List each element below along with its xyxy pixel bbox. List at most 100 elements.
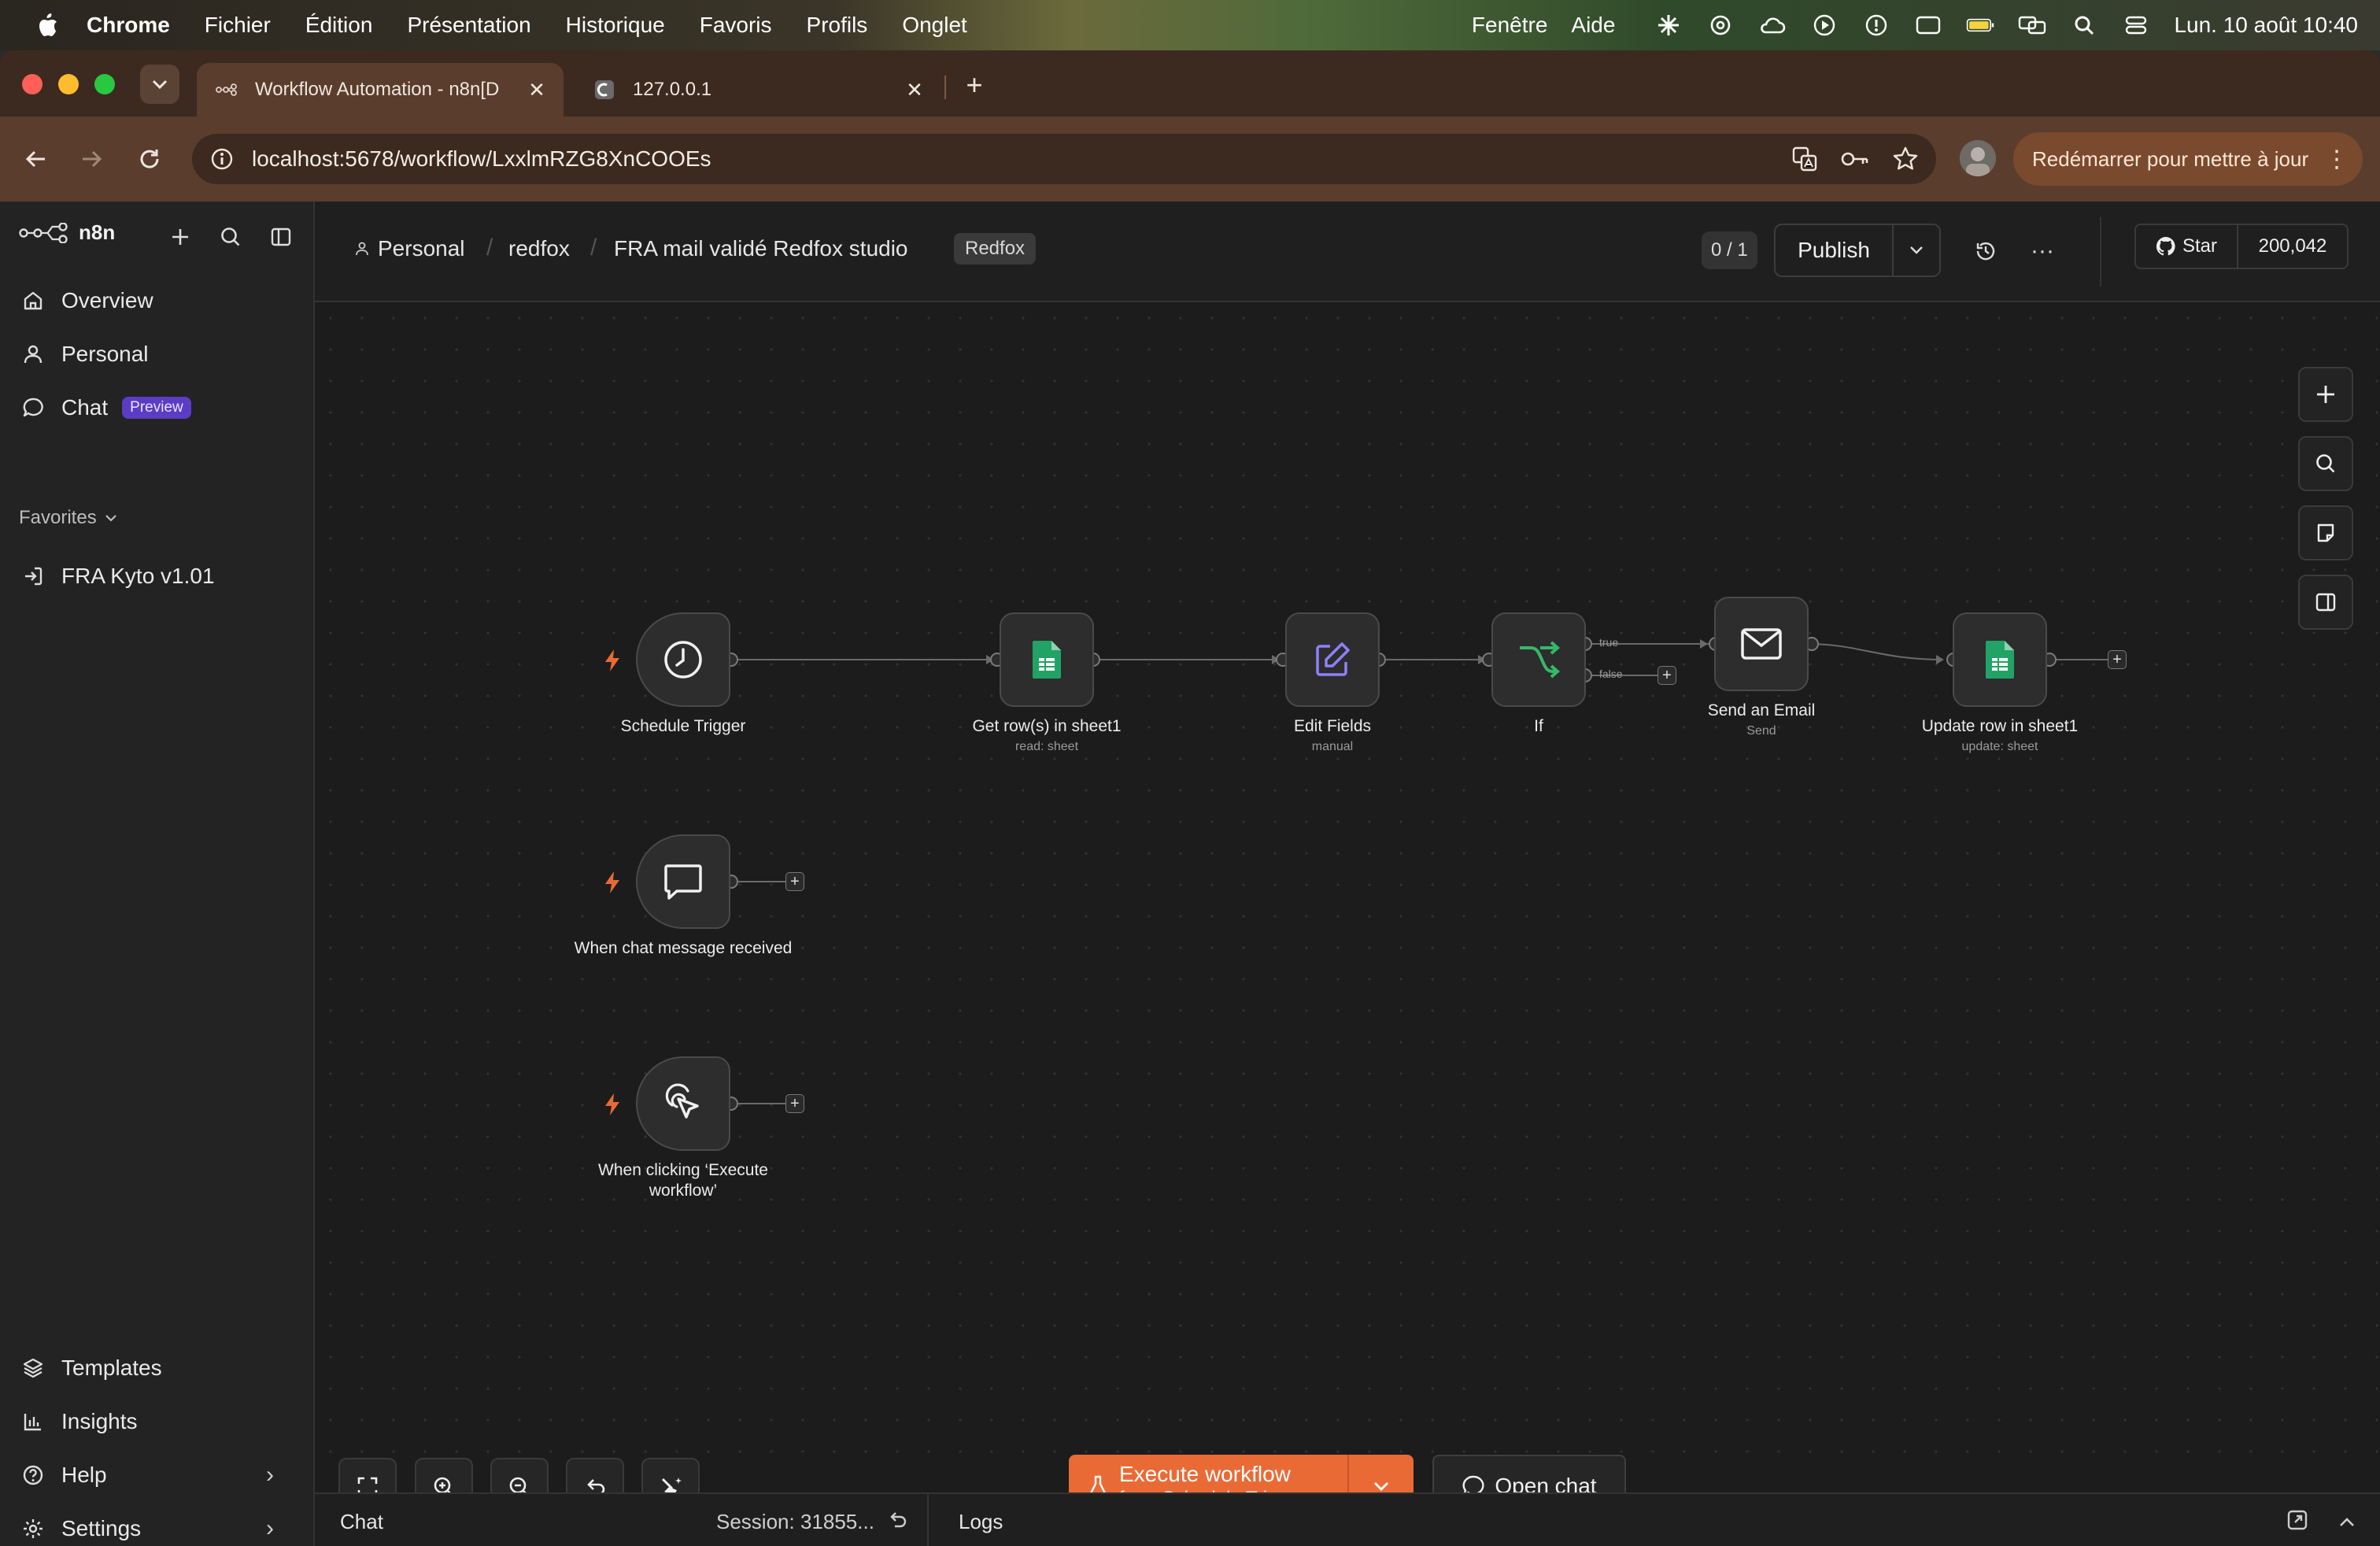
window-tray-icon[interactable] (1914, 11, 1942, 39)
close-window-button[interactable] (22, 74, 42, 94)
spotlight-search-icon[interactable] (2070, 11, 2098, 39)
zoom-window-button[interactable] (94, 74, 115, 94)
favorite-item-fra-kyto[interactable]: FRA Kyto v1.01 (19, 554, 215, 598)
favorites-toggle[interactable]: Favorites (19, 507, 117, 529)
tab-n8n[interactable]: Workflow Automation - n8n[D ✕ (197, 63, 564, 117)
sidebar-item-insights[interactable]: Insights (19, 1400, 138, 1444)
node-schedule-trigger[interactable] (636, 612, 730, 707)
menu-favoris[interactable]: Favoris (700, 13, 772, 38)
breadcrumb-folder[interactable]: redfox (508, 236, 570, 261)
n8n-logo[interactable]: n8n (19, 220, 115, 245)
menu-profils[interactable]: Profils (807, 13, 868, 38)
key-icon[interactable] (1835, 139, 1875, 179)
reload-button[interactable] (126, 135, 173, 183)
sidebar-item-help[interactable]: Help › (19, 1453, 296, 1497)
execute-dropdown[interactable] (1349, 1481, 1414, 1492)
publish-button[interactable]: Publish (1774, 224, 1941, 277)
translate-icon[interactable] (1785, 139, 1824, 179)
sidebar-item-label: Insights (61, 1409, 138, 1433)
breadcrumb-personal[interactable]: Personal (354, 236, 465, 261)
menu-presentation[interactable]: Présentation (407, 13, 530, 38)
menu-historique[interactable]: Historique (566, 13, 665, 38)
node-chat-trigger[interactable] (636, 834, 730, 929)
github-icon (2156, 236, 2175, 256)
pop-out-icon[interactable] (2286, 1508, 2309, 1537)
openai-tray-icon[interactable] (1706, 11, 1735, 39)
close-tab-icon[interactable]: ✕ (521, 78, 552, 102)
menu-aide[interactable]: Aide (1571, 13, 1615, 38)
workflow-canvas[interactable]: true false Schedule Trigger Get row(s) i… (315, 302, 2380, 1453)
control-center-icon[interactable] (2122, 11, 2150, 39)
canvas-search-button[interactable] (2298, 436, 2353, 491)
chevron-up-icon[interactable] (2338, 1511, 2356, 1536)
clock[interactable]: Lun. 10 août 10:40 (2174, 13, 2358, 38)
menu-fenetre[interactable]: Fenêtre (1472, 13, 1548, 38)
close-tab-icon[interactable]: ✕ (899, 78, 930, 102)
restart-to-update-button[interactable]: Redémarrer pour mettre à jour ⋮ (2013, 132, 2363, 186)
sparkle-tray-icon[interactable] (1654, 11, 1683, 39)
chevron-right-icon: › (266, 1462, 274, 1488)
sidebar-item-overview[interactable]: Overview (19, 279, 153, 323)
node-get-rows[interactable] (1000, 612, 1094, 707)
sticky-note-button[interactable] (2298, 505, 2353, 560)
node-update-row[interactable] (1953, 612, 2047, 707)
collapse-sidebar-icon[interactable] (261, 217, 301, 257)
workflow-tag[interactable]: Redfox (954, 233, 1037, 264)
tab-search-button[interactable] (140, 65, 179, 104)
apple-logo-icon[interactable] (31, 12, 63, 39)
favorite-label: FRA Kyto v1.01 (61, 564, 215, 588)
add-node-panel-button[interactable] (2298, 367, 2353, 422)
battery-icon[interactable] (1966, 11, 1994, 39)
menu-edition[interactable]: Édition (305, 13, 373, 38)
screen-mirror-icon[interactable] (2018, 11, 2046, 39)
play-tray-icon[interactable] (1810, 11, 1839, 39)
bookmark-star-icon[interactable] (1886, 139, 1925, 179)
history-icon[interactable] (1966, 231, 2005, 271)
connections-layer (724, 637, 2108, 1111)
add-node-button[interactable]: + (785, 872, 804, 891)
address-bar[interactable]: localhost:5678/workflow/LxxlmRZG8XnCOOEs (192, 134, 1936, 184)
sidebar-item-templates[interactable]: Templates (19, 1346, 162, 1390)
sidebar-item-settings[interactable]: Settings › (19, 1507, 296, 1546)
workflow-name[interactable]: FRA mail validé Redfox studio (614, 236, 908, 261)
add-node-button[interactable]: + (2108, 650, 2127, 669)
toggle-panel-button[interactable] (2298, 575, 2353, 630)
tab-title: Workflow Automation - n8n[D (255, 79, 500, 100)
add-node-button[interactable]: + (785, 1094, 804, 1113)
profile-avatar[interactable] (1960, 140, 1996, 176)
node-label: Send an Email (1707, 701, 1816, 719)
node-send-email[interactable] (1714, 597, 1809, 691)
back-button[interactable] (13, 135, 60, 183)
tab-separator (944, 76, 946, 99)
cloud-tray-icon[interactable] (1758, 11, 1787, 39)
node-subtitle: read: sheet (1014, 740, 1079, 753)
add-icon[interactable] (161, 217, 200, 257)
clock-icon (664, 641, 702, 679)
search-icon[interactable] (211, 217, 250, 257)
site-info-icon[interactable] (205, 142, 239, 176)
tab-localhost[interactable]: 127.0.0.1 ✕ (575, 63, 941, 117)
publish-dropdown[interactable] (1894, 245, 1939, 256)
node-edit-fields[interactable] (1285, 612, 1380, 707)
forward-button[interactable] (68, 135, 115, 183)
add-node-false-button[interactable]: + (1658, 666, 1676, 685)
node-subtitle: manual (1311, 740, 1354, 753)
sidebar-item-chat[interactable]: Chat Preview (19, 386, 191, 430)
node-label: Get row(s) in sheet1 (972, 717, 1122, 735)
node-manual-trigger[interactable] (636, 1056, 730, 1151)
alert-tray-icon[interactable] (1862, 11, 1890, 39)
reset-session-icon[interactable] (886, 1508, 908, 1536)
minimize-window-button[interactable] (58, 74, 79, 94)
github-star-button[interactable]: Star 200,042 (2134, 224, 2349, 269)
new-tab-button[interactable]: + (955, 66, 993, 104)
sidebar-item-personal[interactable]: Personal (19, 332, 149, 376)
logs-panel-tab[interactable]: Logs (959, 1510, 1003, 1534)
url-text[interactable]: localhost:5678/workflow/LxxlmRZG8XnCOOEs (252, 146, 1785, 172)
more-horizontal-icon[interactable]: ··· (2023, 231, 2062, 271)
menu-onglet[interactable]: Onglet (902, 13, 967, 38)
menu-fichier[interactable]: Fichier (205, 13, 271, 38)
edit-icon (1316, 642, 1350, 676)
menu-app-name[interactable]: Chrome (87, 13, 170, 38)
node-if[interactable] (1491, 612, 1586, 707)
chat-panel-tab[interactable]: Chat (340, 1510, 383, 1534)
